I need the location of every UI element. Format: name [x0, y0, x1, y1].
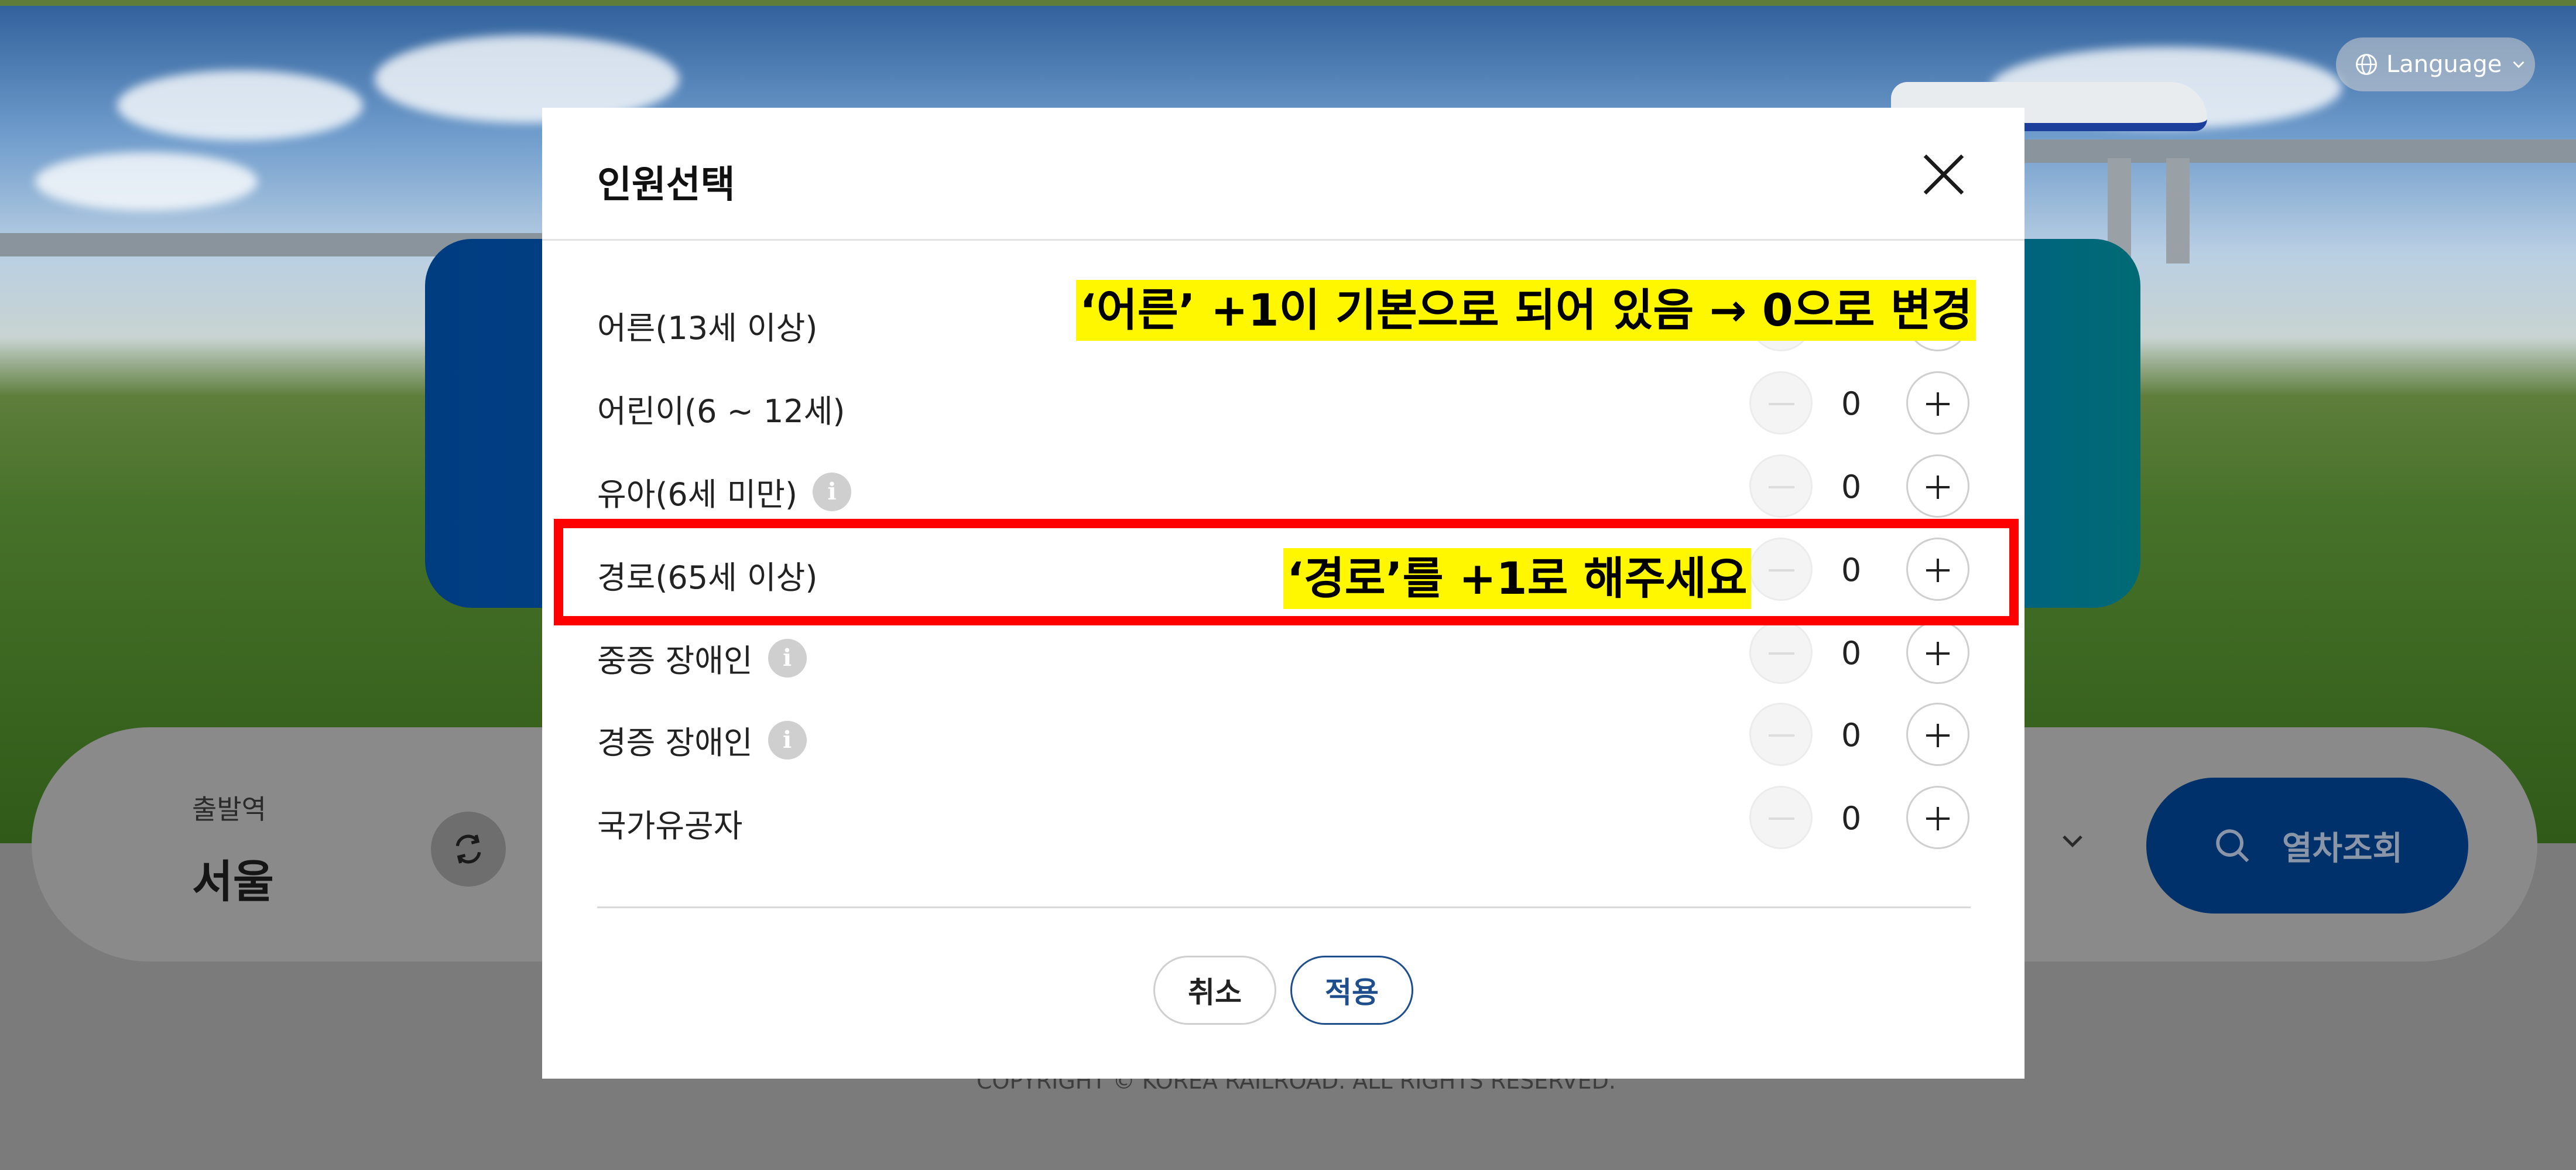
senior-annotation-note: ‘경로’를 +1로 해주세요: [1283, 548, 1751, 609]
departure-label: 출발역: [192, 793, 266, 825]
cancel-button[interactable]: 취소: [1153, 956, 1276, 1025]
passenger-label: 경증 장애인: [597, 724, 753, 761]
decrease-button[interactable]: [1749, 371, 1813, 435]
increase-button[interactable]: [1906, 621, 1969, 684]
swap-stations-button[interactable]: [431, 812, 506, 887]
header-divider: [542, 239, 2025, 241]
chevron-down-icon: [2513, 61, 2524, 69]
decrease-button[interactable]: [1749, 454, 1813, 518]
decrease-button[interactable]: [1749, 786, 1813, 849]
language-selector[interactable]: Language: [2336, 37, 2535, 91]
passenger-count: 0: [1841, 635, 1862, 672]
passenger-row-mild-disability: 경증 장애인 i 0: [597, 699, 1971, 769]
apply-button[interactable]: 적용: [1290, 956, 1413, 1025]
top-accent-line: [0, 0, 2576, 6]
passenger-label: 어린이(6 ~ 12세): [597, 393, 845, 430]
departure-station[interactable]: 서울: [192, 846, 274, 910]
increase-button[interactable]: [1906, 454, 1969, 518]
decrease-button[interactable]: [1749, 621, 1813, 684]
chevron-down-icon[interactable]: [2055, 823, 2090, 858]
info-icon[interactable]: i: [813, 472, 852, 511]
passenger-row-national-merit: 국가유공자 0: [597, 782, 1971, 853]
passenger-label: 국가유공자: [597, 808, 743, 844]
passenger-count: 0: [1841, 468, 1862, 505]
cloud: [117, 70, 363, 141]
passenger-row-child: 어린이(6 ~ 12세) 0: [597, 368, 1971, 438]
close-icon[interactable]: [1916, 146, 1972, 203]
language-label: Language: [2386, 51, 2502, 78]
swap-icon: [455, 834, 481, 864]
passenger-row-severe-disability: 중증 장애인 i 0: [597, 617, 1971, 687]
viaduct-pillar: [2166, 158, 2190, 264]
passenger-label: 어른(13세 이상): [597, 310, 818, 347]
globe-icon: [2356, 54, 2377, 75]
modal-title: 인원선택: [597, 163, 735, 207]
search-button-label: 열차조회: [2282, 829, 2403, 868]
info-icon[interactable]: i: [768, 720, 807, 760]
footer-divider: [597, 906, 1971, 908]
increase-button[interactable]: [1906, 786, 1969, 849]
viaduct-right: [1932, 139, 2576, 163]
passenger-count: 0: [1841, 800, 1862, 837]
passenger-count: 0: [1841, 385, 1862, 422]
train-search-button[interactable]: 열차조회: [2146, 778, 2468, 914]
search-icon: [2216, 829, 2249, 863]
increase-button[interactable]: [1906, 371, 1969, 435]
decrease-button[interactable]: [1749, 703, 1813, 766]
cloud: [35, 152, 258, 211]
passenger-row-infant: 유아(6세 미만) i 0: [597, 451, 1971, 521]
increase-button[interactable]: [1906, 703, 1969, 766]
passenger-count: 0: [1841, 717, 1862, 754]
adult-annotation-note: ‘어른’ +1이 기본으로 되어 있음 → 0으로 변경: [1076, 280, 1976, 341]
passenger-label: 유아(6세 미만): [597, 476, 798, 513]
info-icon[interactable]: i: [768, 638, 807, 678]
passenger-label: 중증 장애인: [597, 642, 753, 679]
